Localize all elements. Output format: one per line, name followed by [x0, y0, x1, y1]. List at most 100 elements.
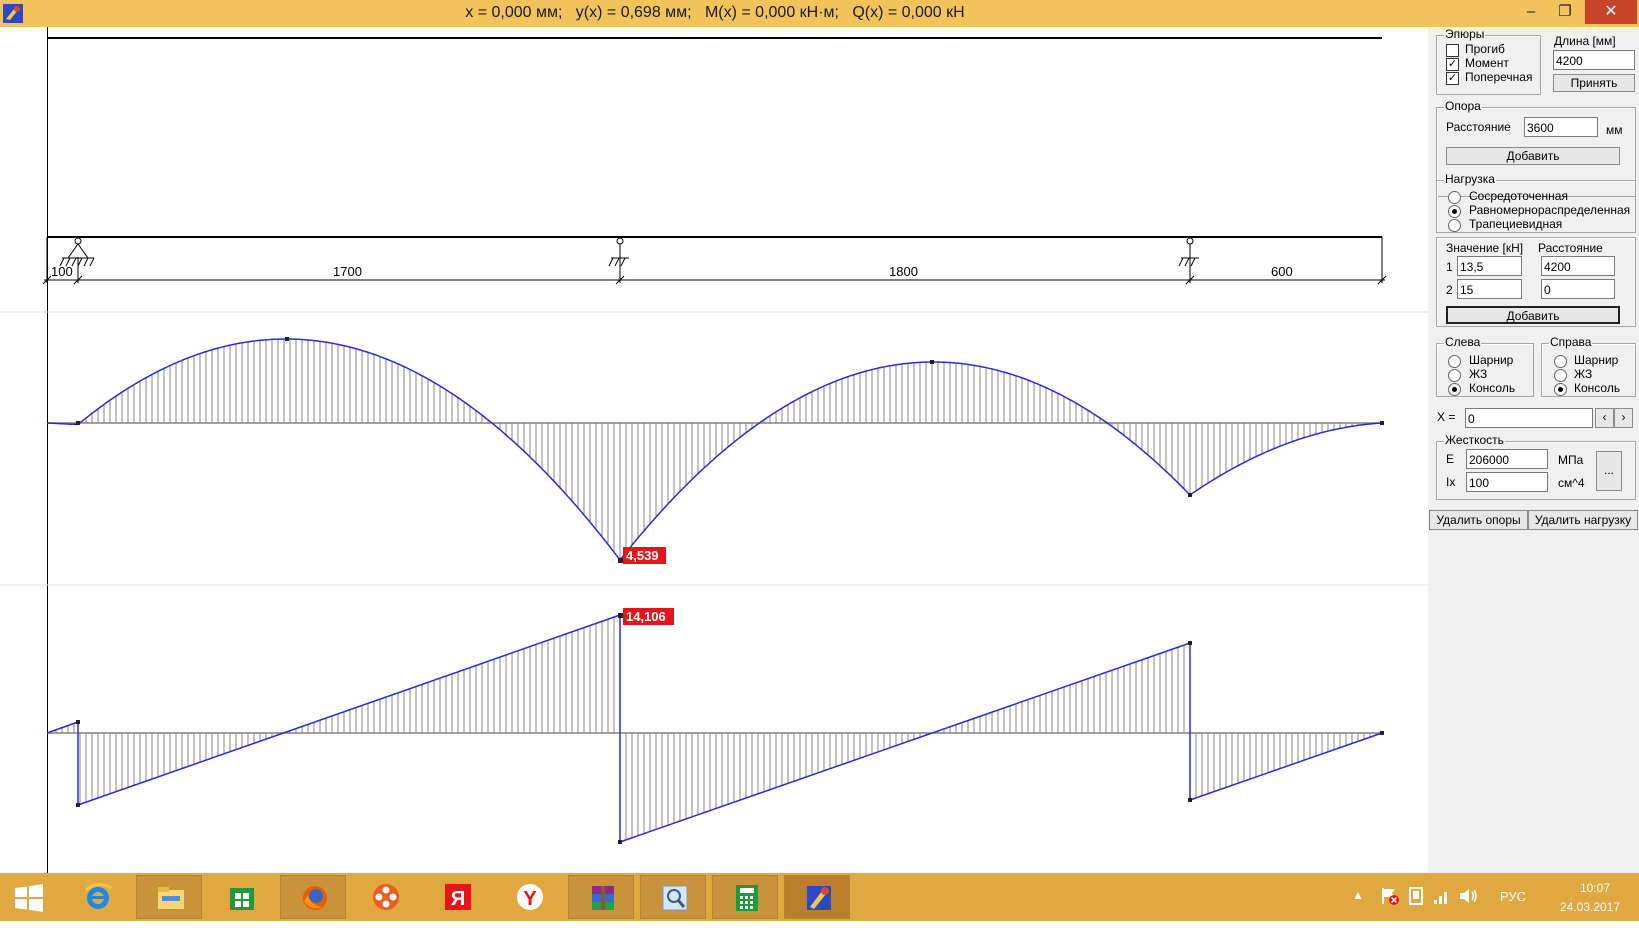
support-left-icon[interactable] — [59, 237, 95, 267]
right-fixed-radio[interactable] — [1554, 369, 1567, 382]
yandex-ya-icon: Я — [445, 884, 471, 910]
windows-logo-icon — [15, 884, 43, 912]
right-hinge-radio[interactable] — [1554, 355, 1567, 368]
checkbox-deflection-label: Прогиб — [1465, 42, 1505, 56]
media-player-icon — [373, 884, 399, 910]
support-distance-input[interactable]: 3600 — [1524, 117, 1598, 137]
checkbox-moment-label: Момент — [1465, 56, 1509, 70]
control-panel: Эпюры Прогиб ✓ Момент ✓ Поперечная Длина… — [1428, 27, 1639, 873]
start-button[interactable] — [0, 875, 60, 919]
taskbar-firefox[interactable] — [280, 875, 346, 919]
diagram-canvas[interactable]: 100 1700 1800 600 4,539 14,106 — [0, 27, 1428, 873]
x-next-button[interactable]: › — [1614, 408, 1633, 428]
stiffness-group-title: Жесткость — [1444, 433, 1505, 447]
tray-language[interactable]: РУС — [1500, 889, 1526, 937]
taskbar-beam-app[interactable] — [784, 875, 850, 919]
taskbar: Я Y ▲ РУС 10:07 24.03.2017 — [0, 873, 1639, 921]
e-input[interactable]: 206000 — [1466, 449, 1548, 469]
add-load-button[interactable]: Добавить — [1446, 306, 1620, 324]
svg-text:Я: Я — [451, 888, 465, 910]
load-type-group-title: Нагрузка — [1444, 172, 1496, 186]
support-distance-label: Расстояние — [1446, 120, 1511, 134]
e-unit: МПа — [1558, 453, 1584, 467]
more-stiffness-button[interactable]: ... — [1596, 451, 1622, 491]
right-cantilever-radio[interactable] — [1554, 383, 1567, 396]
beam-diagrams-svg[interactable]: 100 1700 1800 600 4,539 14,106 — [0, 27, 1428, 873]
left-cantilever-label: Консоль — [1469, 381, 1516, 395]
shear-markers — [76, 613, 1384, 844]
checkbox-moment[interactable]: ✓ — [1446, 58, 1459, 71]
shear-diagram-curve — [46, 614, 1383, 843]
right-end-group-title: Справа — [1549, 335, 1593, 349]
taskbar-magnifier[interactable] — [640, 875, 706, 919]
taskbar-store[interactable] — [208, 875, 274, 919]
window-title: x = 0,000 мм; y(x) = 0,698 мм; M(x) = 0,… — [465, 4, 965, 21]
taskbar-winrar[interactable] — [568, 875, 634, 919]
delete-loads-button[interactable]: Удалить нагрузку — [1528, 510, 1638, 530]
left-cantilever-radio[interactable] — [1448, 383, 1461, 396]
winrar-icon — [592, 886, 614, 910]
beam-app-icon — [807, 886, 831, 910]
close-button[interactable]: ✕ — [1585, 0, 1637, 24]
ix-label: Ix — [1446, 475, 1456, 489]
load-distance-header: Расстояние — [1538, 241, 1603, 255]
taskbar-explorer[interactable] — [136, 875, 202, 919]
ix-unit: см^4 — [1558, 476, 1585, 490]
radio-trapezoid-load[interactable] — [1448, 219, 1461, 232]
checkbox-shear[interactable]: ✓ — [1446, 72, 1459, 85]
left-end-group-title: Слева — [1444, 335, 1482, 349]
load-distance-1-input[interactable]: 4200 — [1541, 256, 1615, 276]
internet-explorer-icon — [85, 883, 112, 909]
left-hinge-radio[interactable] — [1448, 355, 1461, 368]
taskbar-yandex-ya[interactable]: Я — [424, 875, 490, 919]
support-distance-unit: мм — [1606, 123, 1623, 137]
radio-point-load[interactable] — [1448, 191, 1461, 204]
magnifier-icon — [662, 885, 688, 911]
checkbox-deflection[interactable] — [1446, 44, 1459, 57]
x-position-input[interactable]: 0 — [1465, 408, 1593, 428]
yandex-browser-icon: Y — [517, 884, 543, 910]
apply-length-button[interactable]: Принять — [1553, 74, 1635, 92]
calculator-icon — [736, 885, 758, 911]
radio-point-load-label: Сосредоточенная — [1469, 189, 1568, 203]
radio-distributed-load-label: Равномернораспределенная — [1469, 203, 1631, 217]
span-label-4: 600 — [1271, 264, 1293, 279]
moment-max-label: 4,539 — [626, 548, 659, 563]
diagrams-group-title: Эпюры — [1444, 27, 1486, 41]
moment-diagram-hatch — [79, 339, 1377, 560]
taskbar-calculator[interactable] — [712, 875, 778, 919]
tray-device-icon[interactable] — [1408, 886, 1424, 906]
radio-trapezoid-load-label: Трапециевидная — [1469, 217, 1563, 231]
radio-distributed-load[interactable] — [1448, 205, 1461, 218]
right-cantilever-label: Консоль — [1574, 381, 1621, 395]
minimize-button[interactable]: – — [1516, 0, 1546, 24]
delete-supports-button[interactable]: Удалить опоры — [1429, 510, 1528, 530]
left-hinge-label: Шарнир — [1469, 353, 1514, 367]
tray-chevron-icon[interactable]: ▲ — [1352, 888, 1364, 936]
left-fixed-radio[interactable] — [1448, 369, 1461, 382]
load-value-header: Значение [кН] — [1446, 241, 1524, 255]
shear-max-label: 14,106 — [626, 609, 666, 624]
taskbar-yandex-browser[interactable]: Y — [496, 875, 562, 919]
taskbar-ie[interactable] — [64, 875, 130, 919]
store-icon — [230, 888, 254, 910]
x-prev-button[interactable]: ‹ — [1595, 408, 1614, 428]
support-right-icon[interactable] — [1178, 237, 1199, 267]
load-distance-2-input[interactable]: 0 — [1541, 279, 1615, 299]
support-middle-icon[interactable] — [608, 237, 629, 267]
shear-diagram-hatch — [49, 615, 1377, 842]
load-row-2-index: 2 — [1446, 283, 1453, 297]
ix-input[interactable]: 100 — [1466, 472, 1548, 492]
tray-flag-icon[interactable] — [1380, 886, 1400, 906]
add-support-button[interactable]: Добавить — [1446, 147, 1620, 165]
load-value-2-input[interactable]: 15 — [1457, 279, 1522, 299]
tray-volume-icon[interactable] — [1458, 886, 1480, 906]
left-fixed-label: ЖЗ — [1469, 367, 1488, 381]
tray-date[interactable]: 24.03.2017 — [1550, 900, 1630, 948]
load-value-1-input[interactable]: 13,5 — [1457, 256, 1522, 276]
maximize-button[interactable]: ❐ — [1550, 0, 1580, 24]
tray-network-icon[interactable] — [1432, 886, 1452, 906]
length-input[interactable]: 4200 — [1553, 50, 1635, 70]
taskbar-media-player[interactable] — [352, 875, 418, 919]
support-group-title: Опора — [1444, 99, 1482, 113]
